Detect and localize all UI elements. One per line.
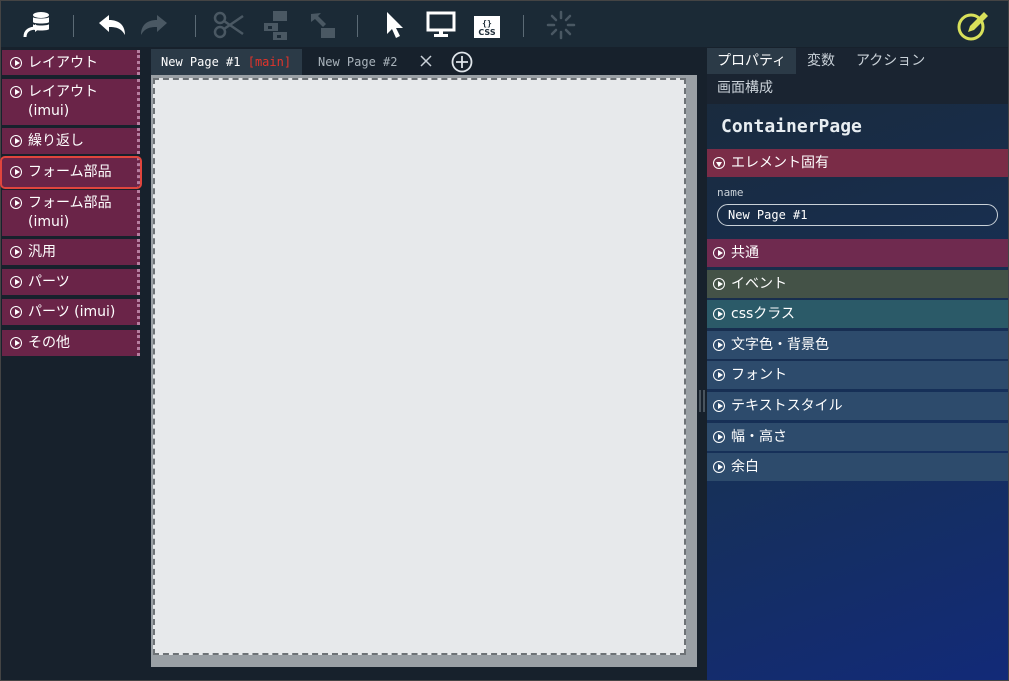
play-circle-icon [10, 337, 22, 349]
section-css-class[interactable]: cssクラス [707, 300, 1008, 328]
section-width-height[interactable]: 幅・高さ [707, 423, 1008, 451]
splitter-handle[interactable] [699, 390, 705, 412]
section-label: 幅・高さ [731, 429, 787, 445]
play-circle-icon [10, 276, 22, 288]
play-circle-icon [10, 86, 22, 98]
redo-icon[interactable] [137, 7, 173, 43]
play-circle-icon [10, 197, 22, 209]
play-circle-icon [10, 135, 22, 147]
toolbar-divider [73, 15, 74, 37]
palette-item-parts[interactable]: パーツ [2, 269, 140, 295]
section-label: 余白 [731, 459, 759, 475]
play-circle-icon [713, 400, 725, 412]
section-label: テキストスタイル [731, 398, 843, 414]
sitemap-icon[interactable] [259, 7, 295, 43]
play-circle-icon [713, 369, 725, 381]
palette-item-repeat[interactable]: 繰り返し [2, 128, 140, 154]
design-canvas-area [151, 75, 697, 667]
palette-item-label: フォーム部品 [28, 164, 112, 180]
section-common[interactable]: 共通 [707, 239, 1008, 267]
spinner-icon[interactable] [543, 7, 579, 43]
palette-item-layout-imui[interactable]: レイアウト (imui) [2, 79, 140, 125]
property-tabs: プロパティ 変数 アクション 画面構成 [707, 48, 1008, 104]
play-circle-icon [713, 308, 725, 320]
name-field[interactable] [717, 204, 998, 226]
play-circle-icon [10, 166, 22, 178]
palette-item-label-main: レイアウト [28, 84, 98, 100]
tab-screen-structure[interactable]: 画面構成 [707, 75, 783, 101]
palette-item-label: 汎用 [28, 244, 56, 260]
section-label: 共通 [731, 245, 759, 261]
section-element-specific[interactable]: エレメント固有 [707, 149, 1008, 177]
section-label: イベント [731, 276, 787, 292]
css-icon[interactable]: {} CSS [469, 7, 505, 43]
property-title: ContainerPage [721, 116, 862, 137]
play-circle-icon [713, 339, 725, 351]
tab-variables[interactable]: 変数 [797, 48, 845, 74]
tab-properties[interactable]: プロパティ [707, 48, 797, 74]
cut-icon[interactable] [211, 7, 247, 43]
palette-item-label: パーツ [28, 274, 70, 290]
undo-icon[interactable] [93, 7, 129, 43]
css-icon-text: CSS [478, 28, 495, 37]
palette-item-layout[interactable]: レイアウト [2, 50, 140, 75]
palette-item-label: その他 [28, 335, 70, 351]
toolbar-divider [523, 15, 524, 37]
close-icon[interactable] [420, 55, 432, 67]
database-flow-icon[interactable] [19, 7, 55, 43]
tab-new-page-1[interactable]: New Page #1 [main] [151, 49, 302, 75]
move-icon[interactable] [305, 7, 341, 43]
property-panel: プロパティ 変数 アクション 画面構成 ContainerPage エレメント固… [707, 48, 1008, 680]
tab-new-page-2[interactable]: New Page #2 [308, 49, 438, 75]
section-text-style[interactable]: テキストスタイル [707, 392, 1008, 420]
status-bar [1, 668, 707, 680]
palette-item-label: フォーム部品 (imui) [28, 194, 112, 232]
toolbar-divider [195, 15, 196, 37]
section-text-bg-color[interactable]: 文字色・背景色 [707, 331, 1008, 359]
collapse-circle-icon [713, 157, 725, 169]
section-events[interactable]: イベント [707, 270, 1008, 298]
toolbar-divider [357, 15, 358, 37]
tab-label: New Page #1 [161, 55, 241, 69]
palette-item-label: パーツ (imui) [28, 304, 116, 320]
cursor-icon[interactable] [377, 7, 413, 43]
palette-item-label: レイアウト (imui) [28, 83, 98, 121]
play-circle-icon [10, 306, 22, 318]
palette-item-other[interactable]: その他 [2, 330, 140, 356]
palette-item-form-parts[interactable]: フォーム部品 [0, 156, 142, 189]
palette-item-label: レイアウト [28, 55, 98, 71]
edit-icon[interactable] [955, 7, 991, 43]
palette-item-label-main: フォーム部品 [28, 195, 112, 211]
play-circle-icon [10, 57, 22, 69]
palette-item-label-sub: (imui) [28, 103, 70, 119]
section-label: 文字色・背景色 [731, 337, 829, 353]
component-palette: レイアウト レイアウト (imui) 繰り返し フォーム部品 フォーム部品 (imu… [0, 48, 146, 668]
branch-badge: [main] [247, 55, 292, 69]
play-circle-icon [713, 278, 725, 290]
play-circle-icon [713, 247, 725, 259]
name-field-label: name [717, 186, 744, 199]
section-font[interactable]: フォント [707, 361, 1008, 389]
section-label: エレメント固有 [731, 155, 829, 171]
play-circle-icon [10, 246, 22, 258]
page-tabs: New Page #1 [main] New Page #2 [151, 48, 697, 75]
design-canvas[interactable] [153, 78, 686, 655]
palette-item-label-sub: (imui) [28, 214, 70, 230]
section-label: フォント [731, 367, 787, 383]
add-tab-icon[interactable] [451, 51, 473, 73]
tab-label: New Page #2 [318, 55, 398, 69]
play-circle-icon [713, 461, 725, 473]
monitor-icon[interactable] [423, 7, 459, 43]
palette-item-form-parts-imui[interactable]: フォーム部品 (imui) [2, 190, 140, 236]
toolbar: {} CSS [1, 1, 1008, 47]
section-label: cssクラス [731, 306, 796, 322]
play-circle-icon [713, 431, 725, 443]
palette-item-parts-imui[interactable]: パーツ (imui) [2, 299, 140, 325]
palette-item-general[interactable]: 汎用 [2, 239, 140, 265]
palette-item-label: 繰り返し [28, 133, 84, 149]
tab-actions[interactable]: アクション [846, 48, 935, 74]
section-margin[interactable]: 余白 [707, 453, 1008, 481]
css-icon-braces: {} [482, 19, 492, 28]
